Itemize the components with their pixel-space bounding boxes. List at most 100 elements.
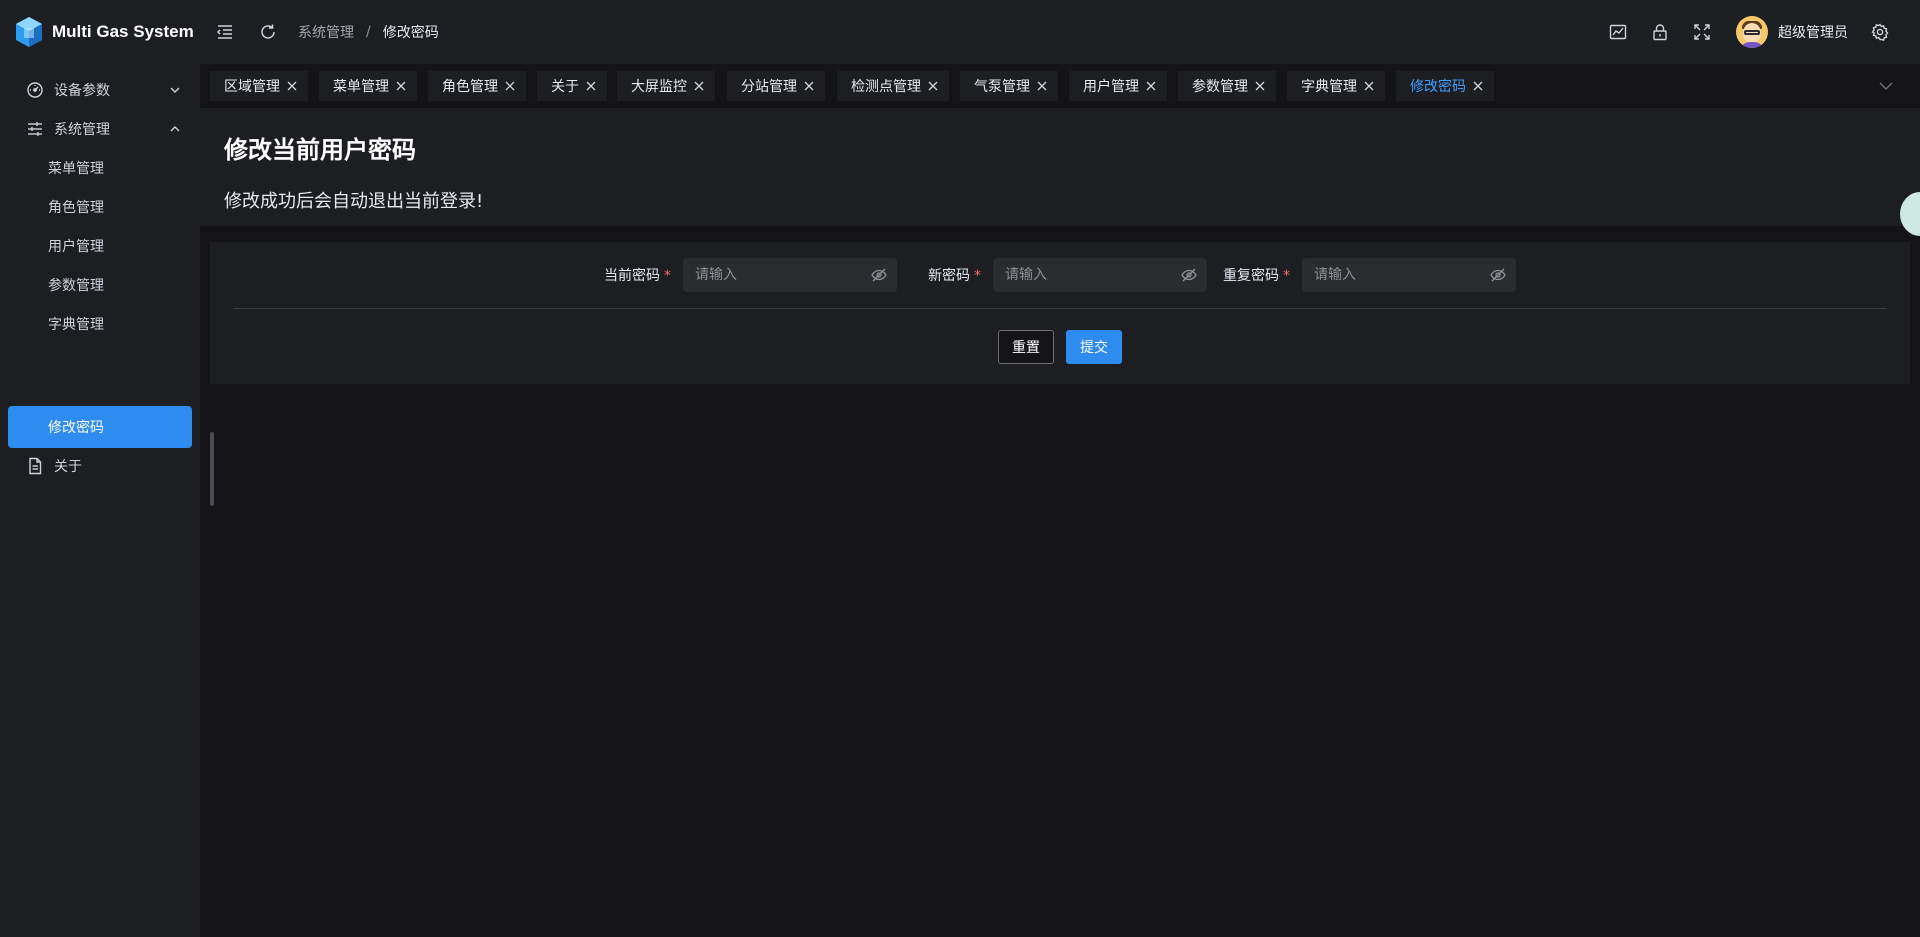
header-actions: 超级管理员 (1586, 0, 1890, 64)
current-password-item: 当前密码 * (604, 258, 897, 292)
sidebar-item-system-admin[interactable]: 系统管理 (8, 108, 192, 150)
tab-label: 字典管理 (1301, 79, 1357, 95)
eye-off-icon[interactable] (1181, 267, 1197, 283)
fold-icon[interactable] (215, 22, 235, 42)
tab-label: 大屏监控 (631, 79, 687, 95)
fullscreen-icon[interactable] (1692, 22, 1712, 42)
tab-region-admin[interactable]: 区域管理 (210, 71, 308, 101)
breadcrumb-parent[interactable]: 系统管理 (298, 22, 354, 42)
close-icon[interactable] (1472, 80, 1484, 92)
avatar-shirt (1740, 42, 1764, 48)
current-password-field[interactable] (683, 258, 897, 292)
floating-bubble[interactable] (1900, 192, 1920, 236)
sidebar-subitem-role-admin[interactable]: 角色管理 (8, 186, 192, 228)
close-icon[interactable] (1145, 80, 1157, 92)
sidebar-item-label: 设备参数 (54, 83, 110, 99)
breadcrumb: 系统管理 / 修改密码 (298, 22, 439, 42)
sliders-icon (26, 120, 44, 138)
sidebar: 设备参数 系统管理 菜单管理 角色管理 用户管理 参数管理 字典管理 修改密码 … (0, 64, 200, 937)
repeat-password-field[interactable] (1302, 258, 1516, 292)
app-logo[interactable]: Multi Gas System (0, 16, 200, 48)
tab-detection-point-admin[interactable]: 检测点管理 (837, 71, 949, 101)
new-password-input[interactable] (1005, 267, 1165, 283)
sidebar-item-device-params[interactable]: 设备参数 (8, 69, 192, 111)
refresh-icon[interactable] (258, 22, 278, 42)
new-password-field[interactable] (993, 258, 1207, 292)
tab-substation-admin[interactable]: 分站管理 (727, 71, 825, 101)
sidebar-subitem-dict-admin[interactable]: 字典管理 (8, 303, 192, 345)
tab-label: 区域管理 (224, 79, 280, 95)
page-title: 修改当前用户密码 (224, 137, 416, 164)
tab-big-screen[interactable]: 大屏监控 (617, 71, 715, 101)
lock-icon[interactable] (1650, 22, 1670, 42)
sidebar-subitem-change-password[interactable]: 修改密码 (8, 406, 192, 448)
close-icon[interactable] (693, 80, 705, 92)
avatar-glasses (1744, 30, 1760, 35)
top-header: Multi Gas System 系统管理 / 修改密码 超级管理员 (0, 0, 1920, 64)
sidebar-item-about[interactable]: 关于 (8, 445, 192, 487)
tab-label: 检测点管理 (851, 79, 921, 95)
chevron-down-icon[interactable] (1878, 78, 1894, 94)
repeat-password-item: 重复密码 * (1223, 258, 1516, 292)
chart-icon[interactable] (1608, 22, 1628, 42)
tab-label: 用户管理 (1083, 79, 1139, 95)
close-icon[interactable] (1254, 80, 1266, 92)
tab-change-password[interactable]: 修改密码 (1396, 71, 1494, 101)
tab-menu-admin[interactable]: 菜单管理 (319, 71, 417, 101)
sidebar-subitem-param-admin[interactable]: 参数管理 (8, 264, 192, 306)
tab-label: 菜单管理 (333, 79, 389, 95)
tab-role-admin[interactable]: 角色管理 (428, 71, 526, 101)
tab-user-admin[interactable]: 用户管理 (1069, 71, 1167, 101)
reset-button[interactable]: 重置 (998, 330, 1054, 364)
close-icon[interactable] (803, 80, 815, 92)
close-icon[interactable] (927, 80, 939, 92)
tab-param-admin[interactable]: 参数管理 (1178, 71, 1276, 101)
current-password-input[interactable] (695, 267, 855, 283)
tab-air-pump-admin[interactable]: 气泵管理 (960, 71, 1058, 101)
required-mark: * (974, 268, 981, 284)
tab-about[interactable]: 关于 (537, 71, 607, 101)
close-icon[interactable] (504, 80, 516, 92)
sidebar-item-label: 系统管理 (54, 122, 110, 138)
page-header: 修改当前用户密码 修改成功后会自动退出当前登录! (200, 108, 1920, 236)
document-icon (26, 457, 44, 475)
cube-logo-icon (16, 17, 42, 47)
close-icon[interactable] (1036, 80, 1048, 92)
tab-label: 参数管理 (1192, 79, 1248, 95)
close-icon[interactable] (585, 80, 597, 92)
tab-dict-admin[interactable]: 字典管理 (1287, 71, 1385, 101)
scrollbar-thumb[interactable] (210, 432, 214, 506)
repeat-password-input[interactable] (1314, 267, 1474, 283)
sidebar-subitem-user-admin[interactable]: 用户管理 (8, 225, 192, 267)
dashboard-icon (26, 81, 44, 99)
password-form: 当前密码 * 新密码 * 重复密码 * 重置 提交 (210, 242, 1910, 384)
field-label-text: 新密码 (928, 268, 970, 284)
eye-off-icon[interactable] (871, 267, 887, 283)
required-mark: * (664, 268, 671, 284)
required-mark: * (1283, 268, 1290, 284)
close-icon[interactable] (395, 80, 407, 92)
gear-icon[interactable] (1870, 22, 1890, 42)
sidebar-item-label: 关于 (54, 459, 82, 475)
new-password-label: 新密码 * (928, 265, 981, 285)
eye-off-icon[interactable] (1490, 267, 1506, 283)
chevron-up-icon (170, 126, 180, 132)
tab-label: 修改密码 (1410, 79, 1466, 95)
submit-button[interactable]: 提交 (1066, 330, 1122, 364)
user-name[interactable]: 超级管理员 (1778, 22, 1848, 42)
repeat-password-label: 重复密码 * (1223, 265, 1290, 285)
close-icon[interactable] (1363, 80, 1375, 92)
avatar[interactable] (1736, 16, 1768, 48)
field-label-text: 当前密码 (604, 268, 660, 284)
app-title: Multi Gas System (52, 22, 194, 41)
close-icon[interactable] (286, 80, 298, 92)
page-description: 修改成功后会自动退出当前登录! (224, 191, 484, 212)
tab-label: 角色管理 (442, 79, 498, 95)
field-label-text: 重复密码 (1223, 268, 1279, 284)
breadcrumb-separator: / (366, 24, 371, 40)
form-divider (234, 308, 1886, 309)
sidebar-subitem-menu-admin[interactable]: 菜单管理 (8, 147, 192, 189)
current-password-label: 当前密码 * (604, 265, 671, 285)
new-password-item: 新密码 * (928, 258, 1207, 292)
form-row: 当前密码 * 新密码 * 重复密码 * (210, 258, 1910, 292)
